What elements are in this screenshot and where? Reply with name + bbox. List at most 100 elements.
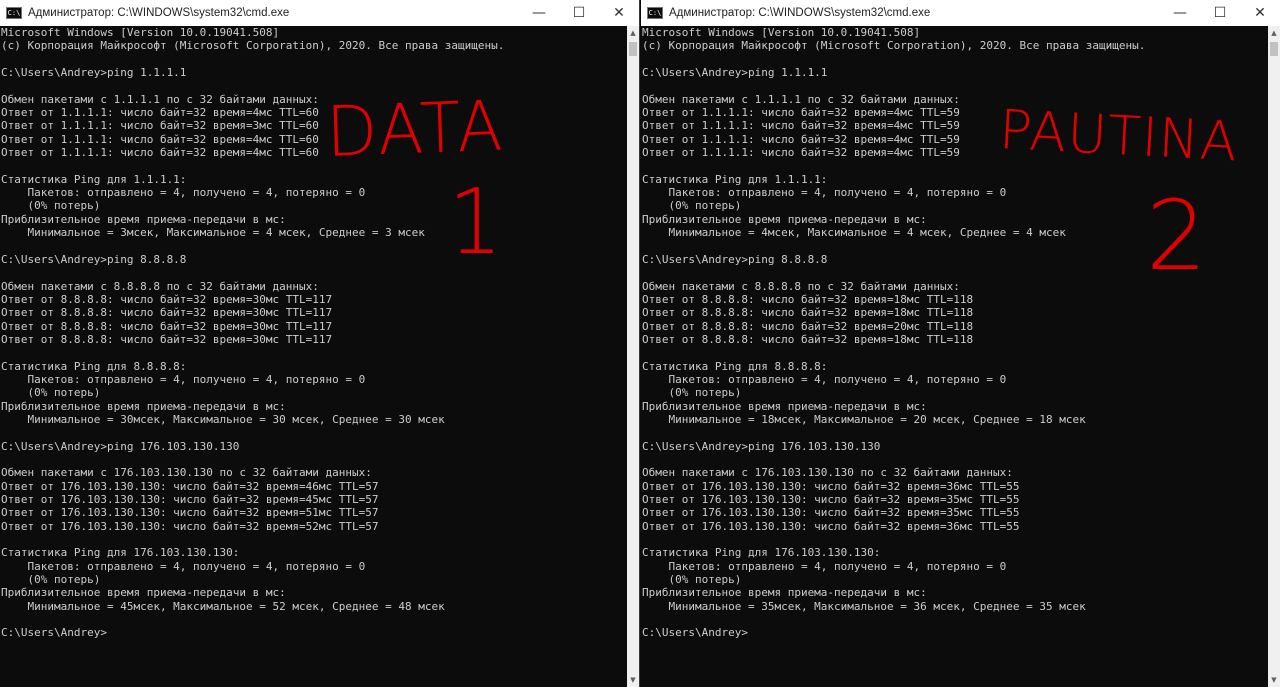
scroll-down-arrow-icon[interactable]: ▼ <box>627 673 639 687</box>
console-icon: C:\ <box>6 7 22 19</box>
close-button[interactable]: ✕ <box>1240 0 1280 26</box>
console-line: Обмен пакетами с 1.1.1.1 по с 32 байтами… <box>1 92 319 106</box>
console-line: Минимальное = 3мсек, Максимальное = 4 мс… <box>1 226 425 240</box>
console-line: Пакетов: отправлено = 4, получено = 4, п… <box>1 372 366 386</box>
console-line: Ответ от 176.103.130.130: число байт=32 … <box>642 506 1020 520</box>
console-line: Пакетов: отправлено = 4, получено = 4, п… <box>1 186 366 200</box>
console-line: Статистика Ping для 1.1.1.1: <box>1 172 187 186</box>
maximize-button[interactable]: ☐ <box>1200 0 1240 26</box>
console-line: (0% потерь) <box>1 573 101 587</box>
console-line: Минимальное = 35мсек, Максимальное = 36 … <box>642 599 1086 613</box>
console-line: Пакетов: отправлено = 4, получено = 4, п… <box>642 559 1007 573</box>
console-line: Ответ от 1.1.1.1: число байт=32 время=4м… <box>1 106 319 120</box>
scroll-up-arrow-icon[interactable]: ▲ <box>627 26 639 40</box>
console-line: Приблизительное время приема-передачи в … <box>1 399 286 413</box>
maximize-button[interactable]: ☐ <box>559 0 599 26</box>
console-line: Обмен пакетами с 1.1.1.1 по с 32 байтами… <box>642 92 960 106</box>
console-line: Приблизительное время приема-передачи в … <box>642 399 927 413</box>
console-line: Обмен пакетами с 176.103.130.130 по с 32… <box>642 466 1013 480</box>
scroll-down-arrow-icon[interactable]: ▼ <box>1268 673 1280 687</box>
console-line: (c) Корпорация Майкрософт (Microsoft Cor… <box>642 39 1146 53</box>
console-line: Ответ от 176.103.130.130: число байт=32 … <box>1 519 379 533</box>
console-line: C:\Users\Andrey>ping 1.1.1.1 <box>1 66 187 80</box>
console-line: C:\Users\Andrey>ping 8.8.8.8 <box>642 252 828 266</box>
console-line: Приблизительное время приема-передачи в … <box>642 586 927 600</box>
console-line: Пакетов: отправлено = 4, получено = 4, п… <box>1 559 366 573</box>
close-button[interactable]: ✕ <box>599 0 639 26</box>
console-line: (0% потерь) <box>642 573 742 587</box>
title-bar[interactable]: C:\ Администратор: C:\WINDOWS\system32\c… <box>641 0 1280 26</box>
console-line: Ответ от 8.8.8.8: число байт=32 время=30… <box>1 319 333 333</box>
console-line: Ответ от 8.8.8.8: число байт=32 время=18… <box>642 332 974 346</box>
console-line: Ответ от 176.103.130.130: число байт=32 … <box>642 493 1020 507</box>
window-title: Администратор: C:\WINDOWS\system32\cmd.e… <box>28 7 290 19</box>
scrollbar-thumb[interactable] <box>629 42 637 56</box>
console-line: Ответ от 1.1.1.1: число байт=32 время=4м… <box>642 132 960 146</box>
console-line: (0% потерь) <box>642 386 742 400</box>
console-line: (0% потерь) <box>1 199 101 213</box>
console-line: (0% потерь) <box>1 386 101 400</box>
minimize-button[interactable]: — <box>519 0 559 26</box>
console-line: Ответ от 176.103.130.130: число байт=32 … <box>642 479 1020 493</box>
window-title: Администратор: C:\WINDOWS\system32\cmd.e… <box>669 7 931 19</box>
cmd-window-left[interactable]: C:\ Администратор: C:\WINDOWS\system32\c… <box>0 0 640 687</box>
console-line: Microsoft Windows [Version 10.0.19041.50… <box>1 26 280 39</box>
console-line: Статистика Ping для 176.103.130.130: <box>642 546 881 560</box>
console-line: C:\Users\Andrey> <box>642 626 748 640</box>
console-line: Приблизительное время приема-передачи в … <box>1 212 286 226</box>
console-line: Пакетов: отправлено = 4, получено = 4, п… <box>642 372 1007 386</box>
console-line: Приблизительное время приема-передачи в … <box>1 586 286 600</box>
console-line: Минимальное = 30мсек, Максимальное = 30 … <box>1 412 445 426</box>
console-line: Статистика Ping для 176.103.130.130: <box>1 546 240 560</box>
scrollbar-thumb[interactable] <box>1270 42 1278 56</box>
console-line: Пакетов: отправлено = 4, получено = 4, п… <box>642 186 1007 200</box>
console-line: Ответ от 1.1.1.1: число байт=32 время=4м… <box>642 119 960 133</box>
console-line: Ответ от 8.8.8.8: число байт=32 время=30… <box>1 306 333 320</box>
console-line: Минимальное = 4мсек, Максимальное = 4 мс… <box>642 226 1066 240</box>
console-line: Ответ от 8.8.8.8: число байт=32 время=20… <box>642 319 974 333</box>
console-line: Ответ от 8.8.8.8: число байт=32 время=30… <box>1 292 333 306</box>
console-line: Обмен пакетами с 8.8.8.8 по с 32 байтами… <box>1 279 319 293</box>
scroll-up-arrow-icon[interactable]: ▲ <box>1268 26 1280 40</box>
console-line: Обмен пакетами с 8.8.8.8 по с 32 байтами… <box>642 279 960 293</box>
cmd-window-right[interactable]: C:\ Администратор: C:\WINDOWS\system32\c… <box>641 0 1280 687</box>
console-line: Ответ от 8.8.8.8: число байт=32 время=18… <box>642 292 974 306</box>
console-line: C:\Users\Andrey>ping 176.103.130.130 <box>642 439 881 453</box>
console-line: Microsoft Windows [Version 10.0.19041.50… <box>642 26 921 39</box>
console-icon: C:\ <box>647 7 663 19</box>
console-line: Ответ от 176.103.130.130: число байт=32 … <box>1 493 379 507</box>
console-line: Ответ от 1.1.1.1: число байт=32 время=3м… <box>1 119 319 133</box>
console-line: Статистика Ping для 8.8.8.8: <box>1 359 187 373</box>
console-line: C:\Users\Andrey> <box>1 626 107 640</box>
console-line: C:\Users\Andrey>ping 1.1.1.1 <box>642 66 828 80</box>
console-output[interactable]: Microsoft Windows [Version 10.0.19041.50… <box>641 26 1268 687</box>
vertical-scrollbar[interactable]: ▲ ▼ <box>1268 26 1280 687</box>
console-line: Минимальное = 45мсек, Максимальное = 52 … <box>1 599 445 613</box>
title-bar[interactable]: C:\ Администратор: C:\WINDOWS\system32\c… <box>0 0 639 26</box>
console-line: Ответ от 176.103.130.130: число байт=32 … <box>642 519 1020 533</box>
console-line: (0% потерь) <box>642 199 742 213</box>
vertical-scrollbar[interactable]: ▲ ▼ <box>627 26 639 687</box>
console-line: C:\Users\Andrey>ping 176.103.130.130 <box>1 439 240 453</box>
console-output[interactable]: Microsoft Windows [Version 10.0.19041.50… <box>0 26 627 687</box>
console-line: Ответ от 1.1.1.1: число байт=32 время=4м… <box>1 132 319 146</box>
minimize-button[interactable]: — <box>1160 0 1200 26</box>
console-line: Ответ от 8.8.8.8: число байт=32 время=30… <box>1 332 333 346</box>
